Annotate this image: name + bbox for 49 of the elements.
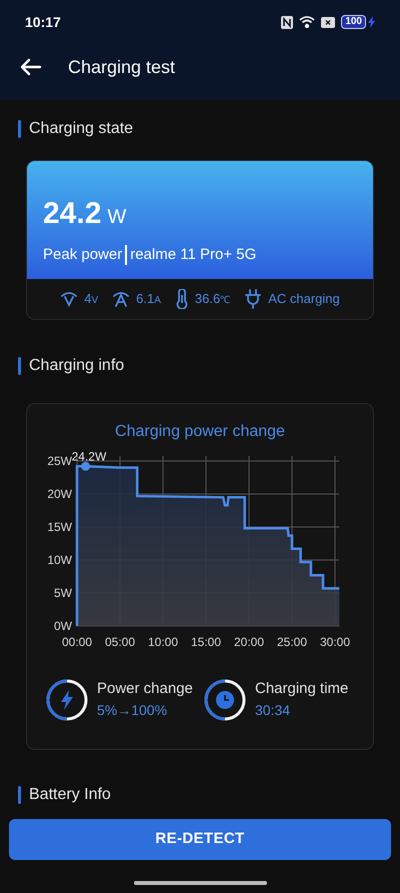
power-value: 24.2 [43,196,102,232]
sim-icon [321,16,336,28]
plug-icon [244,288,262,308]
back-arrow-icon[interactable] [20,58,42,76]
current-icon [112,290,130,308]
lightning-progress-ring-icon [45,678,89,722]
summary-label: Charging time [255,678,348,699]
lightning-icon [368,16,375,28]
peak-label: 24.2W [72,448,106,463]
stat-value: 6.1 [136,290,154,308]
x-axis-label: 25:00 [276,634,308,648]
y-axis-label: 20W [47,486,72,500]
re-detect-button[interactable]: RE-DETECT [9,819,391,860]
page-title: Charging test [68,56,176,79]
peak-point [81,461,90,470]
section-title: Charging info [29,356,124,376]
status-time: 10:17 [25,12,61,32]
x-axis-label: 20:00 [234,634,264,648]
summary-value: 5%→100% [97,701,168,720]
thermometer-icon [174,288,189,308]
summary-label: Power change [97,678,193,699]
stat-value: 4 [84,290,92,308]
section-title: Battery Info [29,784,111,804]
stat-value: AC charging [268,290,340,308]
nfc-icon [281,16,294,28]
y-axis-label: 25W [47,454,72,468]
clock-progress-ring-icon [203,678,247,722]
summary-value: 30:34 [255,701,292,720]
y-axis-label: 10W [47,552,72,566]
y-axis-label: 5W [54,586,72,600]
y-axis-label: 0W [54,618,72,632]
battery-indicator: 100 [341,15,366,29]
x-axis-label: 10:00 [148,634,178,648]
voltage-icon [60,290,78,308]
x-axis-label: 05:00 [104,634,136,648]
stat-unit: V [91,294,98,308]
stat-value: 36.6 [194,290,220,308]
wifi-icon [299,16,316,28]
x-axis-label: 30:00 [320,634,350,648]
chart-title: Charging power change [115,422,285,442]
x-axis-label: 15:00 [190,634,222,648]
device-name: realme 11 Pro+ 5G [130,245,256,265]
y-axis-label: 15W [47,520,72,534]
stat-unit: ℃ [220,294,230,308]
x-axis-label: 00:00 [62,634,92,648]
section-title: Charging state [29,119,134,139]
stat-unit: A [154,294,161,308]
power-unit: W [107,205,126,230]
peak-power-label: Peak power [43,245,122,265]
